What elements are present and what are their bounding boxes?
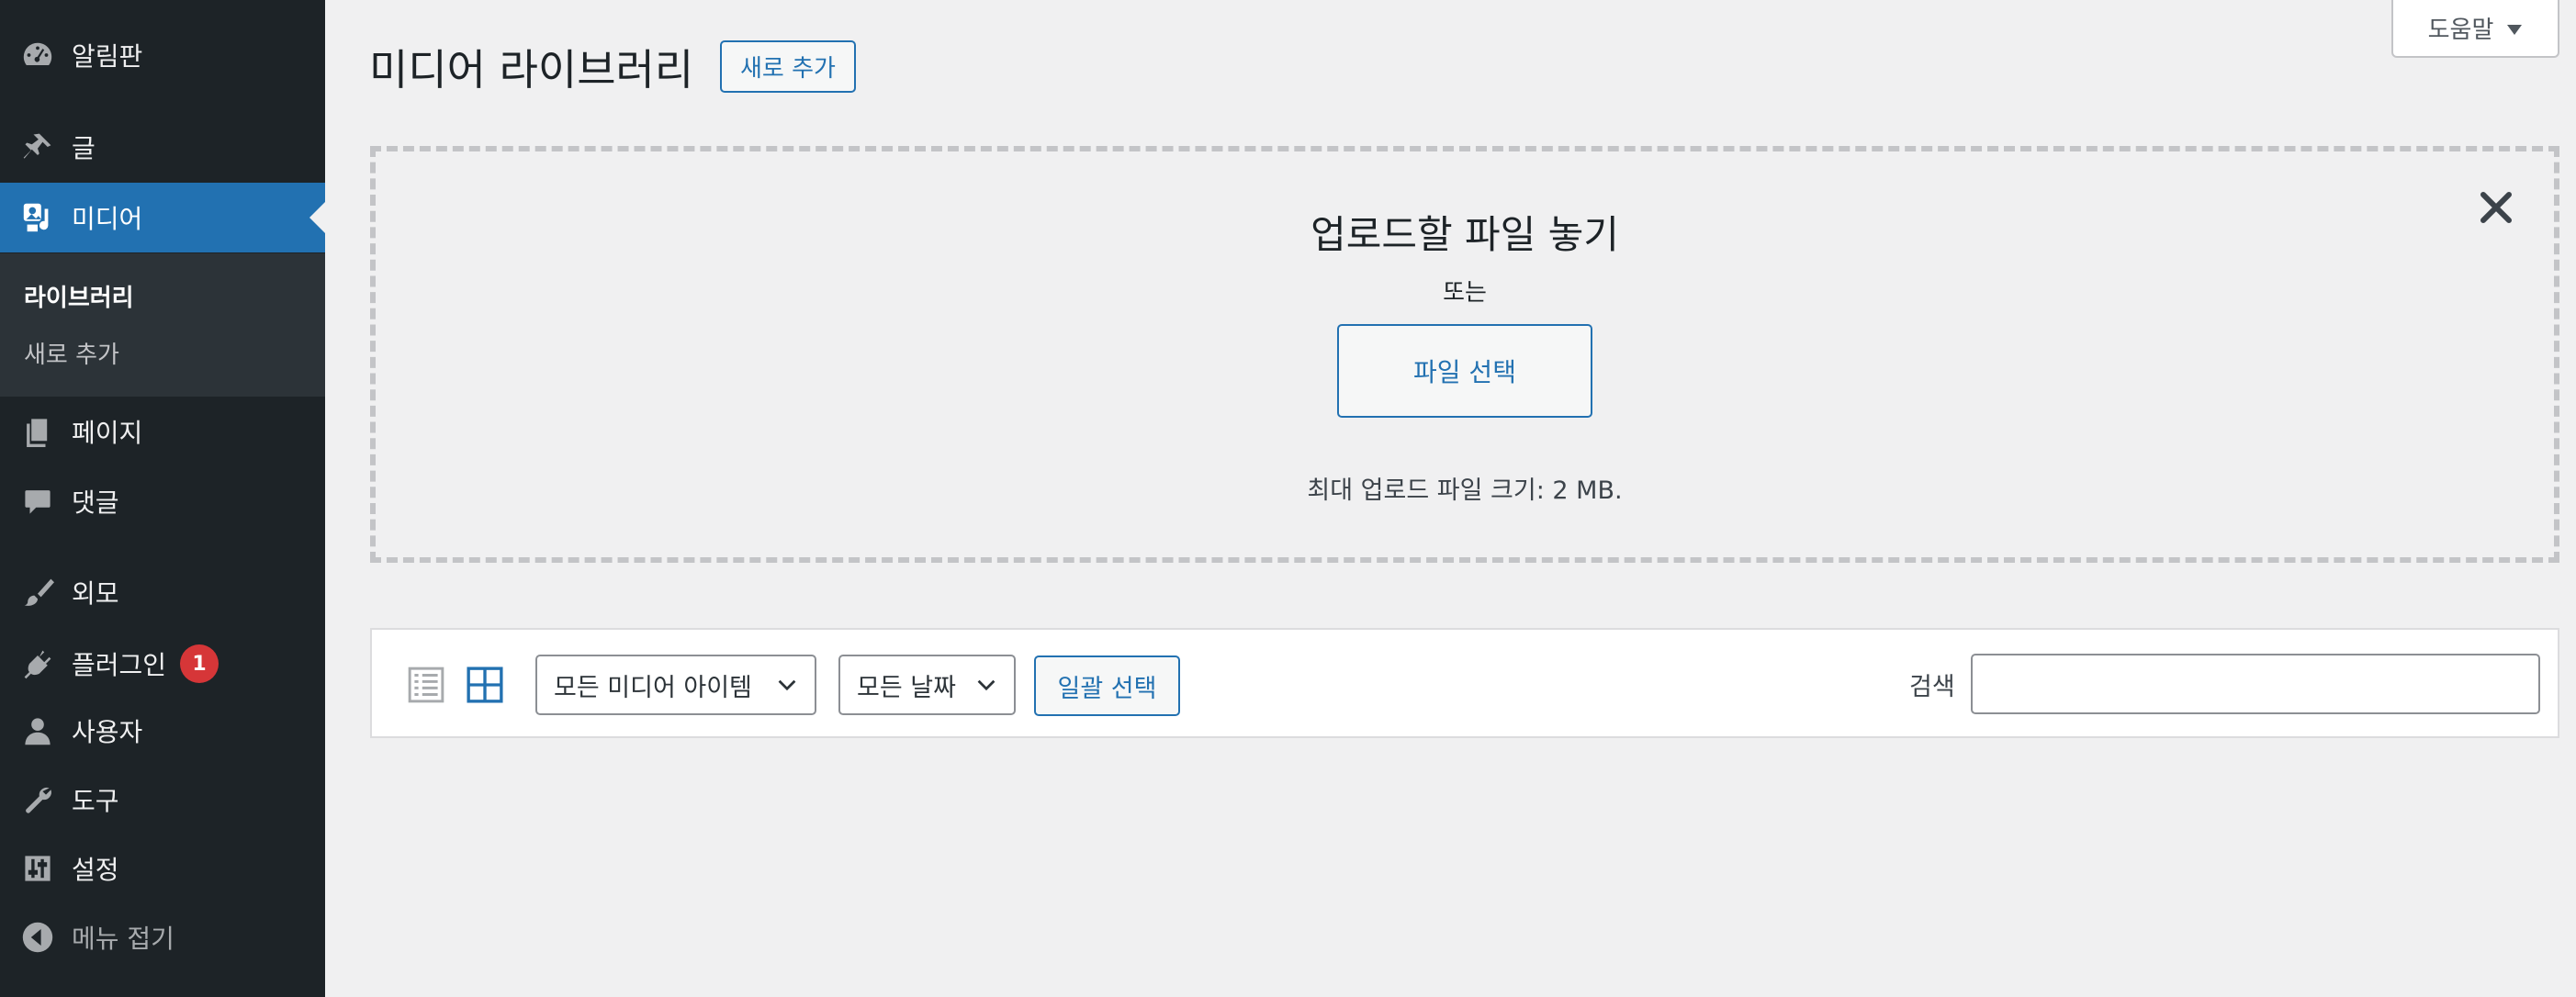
grid-view-button[interactable] bbox=[462, 662, 508, 708]
chevron-down-icon bbox=[778, 679, 796, 691]
admin-sidebar: 알림판 글 미디어 라이브러리 새로 추가 페이지 댓글 외모 플러그인 1 사… bbox=[0, 0, 325, 997]
sidebar-item-label: 댓글 bbox=[72, 487, 119, 518]
settings-sliders-icon bbox=[20, 851, 55, 886]
date-filter-select[interactable]: 모든 날짜 bbox=[838, 655, 1016, 715]
bulk-select-button[interactable]: 일괄 선택 bbox=[1034, 655, 1180, 716]
sidebar-item-label: 사용자 bbox=[72, 717, 143, 747]
date-filter-value: 모든 날짜 bbox=[857, 673, 956, 702]
sidebar-item-pages[interactable]: 페이지 bbox=[0, 397, 325, 466]
grid-view-icon bbox=[467, 667, 503, 703]
list-view-icon bbox=[408, 667, 444, 703]
submenu-item-add-new[interactable]: 새로 추가 bbox=[24, 336, 119, 370]
help-tab-button[interactable]: 도움말 bbox=[2391, 0, 2559, 58]
pages-icon bbox=[20, 414, 55, 449]
max-upload-size-text: 최대 업로드 파일 크기: 2 MB. bbox=[1307, 476, 1623, 505]
add-new-media-button[interactable]: 새로 추가 bbox=[720, 40, 856, 93]
media-submenu: 라이브러리 새로 추가 bbox=[0, 253, 325, 397]
page-title: 미디어 라이브러리 bbox=[369, 45, 694, 95]
paintbrush-icon bbox=[20, 575, 55, 610]
list-view-button[interactable] bbox=[403, 662, 449, 708]
dashboard-icon bbox=[20, 38, 55, 73]
sidebar-item-posts[interactable]: 글 bbox=[0, 112, 325, 182]
sidebar-item-plugins[interactable]: 플러그인 1 bbox=[0, 629, 325, 699]
sidebar-item-comments[interactable]: 댓글 bbox=[0, 466, 325, 536]
media-toolbar: 모든 미디어 아이템 모든 날짜 일괄 선택 검색 bbox=[370, 628, 2559, 738]
sidebar-item-dashboard[interactable]: 알림판 bbox=[0, 20, 325, 90]
submenu-item-library[interactable]: 라이브러리 bbox=[24, 279, 134, 313]
sidebar-item-appearance[interactable]: 외모 bbox=[0, 557, 325, 627]
drop-files-title: 업로드할 파일 놓기 bbox=[1310, 212, 1619, 257]
sidebar-item-label: 글 bbox=[72, 133, 96, 163]
sidebar-item-label: 설정 bbox=[72, 855, 119, 885]
update-count-badge: 1 bbox=[180, 644, 219, 683]
sidebar-item-settings[interactable]: 설정 bbox=[0, 834, 325, 903]
sidebar-item-users[interactable]: 사용자 bbox=[0, 696, 325, 766]
sidebar-item-tools[interactable]: 도구 bbox=[0, 765, 325, 835]
sidebar-item-label: 외모 bbox=[72, 578, 119, 609]
collapse-arrow-icon bbox=[20, 920, 55, 955]
plugin-icon bbox=[20, 646, 55, 681]
chevron-down-icon bbox=[977, 679, 996, 691]
comment-icon bbox=[20, 484, 55, 519]
media-type-filter-value: 모든 미디어 아이템 bbox=[554, 673, 752, 702]
media-type-filter-select[interactable]: 모든 미디어 아이템 bbox=[535, 655, 816, 715]
sidebar-item-label: 페이지 bbox=[72, 418, 143, 448]
pushpin-icon bbox=[20, 129, 55, 164]
sidebar-item-label: 알림판 bbox=[72, 41, 143, 72]
wrench-icon bbox=[20, 782, 55, 817]
sidebar-item-label: 플러그인 bbox=[72, 650, 167, 680]
caret-down-icon bbox=[2506, 15, 2523, 42]
user-icon bbox=[20, 713, 55, 748]
sidebar-item-label: 도구 bbox=[72, 786, 119, 816]
help-label: 도움말 bbox=[2427, 17, 2494, 44]
search-label: 검색 bbox=[1909, 673, 1955, 701]
select-files-button[interactable]: 파일 선택 bbox=[1337, 324, 1592, 418]
sidebar-item-label: 메뉴 접기 bbox=[72, 924, 174, 954]
or-text: 또는 bbox=[1443, 279, 1487, 307]
media-search-input[interactable] bbox=[1971, 654, 2540, 714]
collapse-menu-button[interactable]: 메뉴 접기 bbox=[0, 902, 325, 972]
